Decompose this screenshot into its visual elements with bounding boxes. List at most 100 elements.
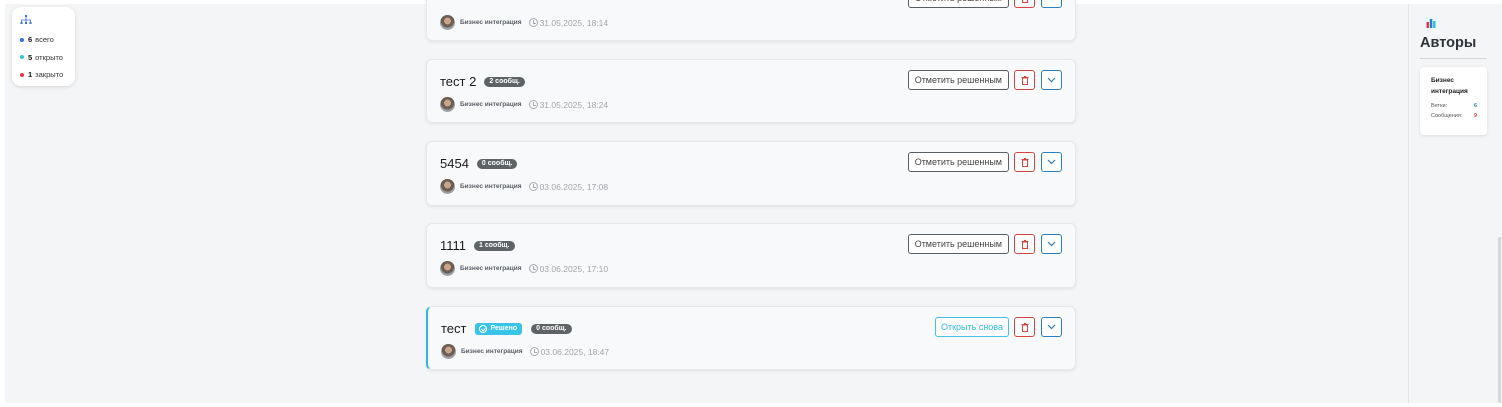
author-card: Бизнес интеграция Ветки: 6 Сообщения: 9: [1420, 67, 1487, 135]
avatar: [440, 261, 455, 276]
mark-resolved-button[interactable]: Отметить решенным: [907, 0, 1009, 8]
clock-icon: [528, 182, 538, 191]
author-name: Бизнес интеграция: [461, 348, 523, 355]
branches-value: 6: [1473, 103, 1477, 109]
thread-date: 31.05.2025, 18:24: [539, 99, 609, 110]
delete-button[interactable]: [1014, 0, 1035, 8]
thread-title-row: 1111 1 сообщ.: [440, 238, 515, 253]
thread-card[interactable]: 5454 0 сообщ. Отметить решенным Бизнес и…: [426, 141, 1076, 206]
status-dot: [20, 72, 24, 77]
resolved-badge-label: Решено: [490, 325, 518, 332]
delete-button[interactable]: [1014, 152, 1035, 172]
stat-label: всего: [35, 35, 54, 45]
trash-icon: [1021, 239, 1028, 249]
trash-icon: [1021, 0, 1028, 3]
author-name: Бизнес интеграция: [460, 19, 522, 26]
author-name: Бизнес интеграция: [460, 265, 522, 272]
mark-resolved-button[interactable]: Отметить решенным: [907, 70, 1009, 90]
author-branches-row: Ветки: 6: [1431, 103, 1477, 109]
avatar: [441, 344, 456, 359]
thread-actions: Открыть снова: [934, 317, 1062, 337]
delete-button[interactable]: [1014, 234, 1035, 254]
message-count-badge: 1 сообщ.: [474, 240, 515, 251]
chevron-down-icon: [1051, 0, 1052, 1]
thread-title-row: 5454 0 сообщ.: [440, 156, 518, 171]
trash-icon: [1021, 322, 1028, 332]
thread-title: тест 2: [440, 74, 477, 89]
stat-closed: 1 закрыто: [20, 66, 75, 84]
author-messages-row: Сообщения: 9: [1431, 113, 1477, 119]
authors-title: Авторы: [1420, 35, 1477, 51]
mark-resolved-button[interactable]: Отметить решенным: [907, 234, 1009, 254]
stat-count: 1: [28, 70, 33, 80]
expand-button[interactable]: [1041, 70, 1062, 90]
delete-button[interactable]: [1014, 70, 1035, 90]
thread-title: 1111: [440, 238, 467, 253]
thread-title: 5454: [440, 156, 469, 171]
stat-count: 6: [28, 35, 33, 45]
scrollbar[interactable]: [1498, 237, 1501, 403]
mark-resolved-button[interactable]: Отметить решенным: [907, 152, 1009, 172]
stat-total: 6 всего: [20, 31, 75, 49]
thread-meta: Бизнес интеграция 03.06.2025, 17:08: [440, 179, 608, 194]
avatar: [440, 15, 455, 30]
stats-panel: 6 всего 5 открыто 1 закрыто: [12, 7, 75, 86]
trash-icon: [1021, 157, 1028, 167]
message-count-badge: 2 сообщ.: [484, 76, 525, 87]
reopen-button[interactable]: Открыть снова: [934, 317, 1009, 337]
stat-count: 5: [28, 52, 33, 62]
expand-button[interactable]: [1041, 317, 1062, 337]
status-dot: [20, 55, 24, 60]
expand-button[interactable]: [1041, 234, 1062, 254]
thread-meta: Бизнес интеграция 03.06.2025, 18:47: [441, 344, 609, 359]
bar-chart-icon: [1425, 17, 1437, 29]
chevron-down-icon: [1047, 241, 1056, 247]
clock-icon: [529, 347, 539, 356]
author-card-name: Бизнес интеграция: [1431, 77, 1468, 95]
stat-open: 5 открыто: [20, 49, 75, 67]
thread-meta: Бизнес интеграция 03.06.2025, 17:10: [440, 261, 608, 276]
thread-meta: Бизнес интеграция 31.05.2025, 18:24: [440, 97, 608, 112]
thread-date: 03.06.2025, 17:10: [539, 263, 609, 274]
message-count-badge: 0 сообщ.: [531, 323, 572, 334]
branches-label: Ветки:: [1431, 103, 1448, 109]
thread-card[interactable]: тест 2 2 сообщ. Отметить решенным Бизнес…: [426, 59, 1076, 123]
thread-date: 03.06.2025, 17:08: [539, 181, 609, 192]
resolved-badge: Решено: [474, 322, 523, 335]
messages-value: 9: [1473, 113, 1477, 119]
clock-icon: [528, 18, 538, 27]
author-name: Бизнес интеграция: [460, 101, 522, 108]
thread-actions: Отметить решенным: [907, 0, 1062, 8]
author-name: Бизнес интеграция: [460, 183, 522, 190]
chevron-down-icon: [1047, 324, 1056, 330]
chevron-down-icon: [1047, 159, 1056, 165]
thread-card[interactable]: 1111 1 сообщ. Отметить решенным Бизнес и…: [426, 223, 1076, 288]
message-count-badge: 0 сообщ.: [476, 158, 518, 169]
thread-actions: Отметить решенным: [907, 152, 1062, 172]
hierarchy-icon: [20, 15, 32, 24]
thread-card[interactable]: тест Решено 0 сообщ. Открыть снова Бизне…: [426, 306, 1076, 370]
clock-icon: [528, 100, 538, 109]
messages-label: Сообщения:: [1431, 113, 1463, 119]
avatar: [440, 97, 455, 112]
thread-title-row: тест 2 2 сообщ.: [440, 74, 525, 89]
delete-button[interactable]: [1014, 317, 1035, 337]
sidebar-background: [1408, 4, 1502, 403]
expand-button[interactable]: [1041, 0, 1062, 8]
thread-date: 31.05.2025, 18:14: [539, 17, 609, 28]
divider: [1420, 58, 1487, 59]
stat-label: открыто: [35, 52, 63, 62]
stat-label: закрыто: [35, 70, 64, 80]
clock-icon: [528, 264, 538, 273]
thread-meta: Бизнес интеграция 31.05.2025, 18:14: [440, 15, 608, 30]
expand-button[interactable]: [1041, 152, 1062, 172]
trash-icon: [1021, 75, 1028, 85]
thread-actions: Отметить решенным: [907, 70, 1062, 90]
thread-card[interactable]: Отметить решенным Бизнес интеграция 31.0…: [426, 0, 1076, 41]
thread-title-row: тест Решено 0 сообщ.: [441, 321, 572, 336]
chevron-down-icon: [1047, 77, 1056, 83]
status-dot: [20, 37, 24, 42]
thread-actions: Отметить решенным: [907, 234, 1062, 254]
avatar: [440, 179, 455, 194]
check-circle-icon: [478, 324, 487, 333]
